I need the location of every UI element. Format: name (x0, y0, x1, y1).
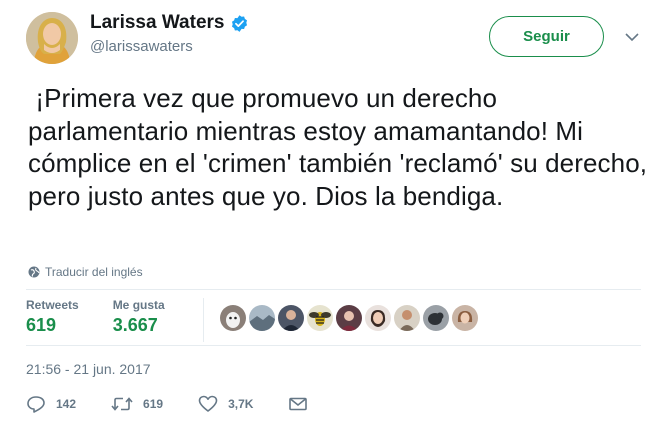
retweet-count: 619 (143, 397, 164, 411)
retweet-button[interactable]: 619 (111, 396, 163, 412)
reply-button[interactable]: 142 (26, 395, 76, 413)
liker-avatar-5[interactable] (336, 305, 362, 331)
divider-bottom (26, 345, 641, 346)
likes-count: 3.667 (112, 315, 158, 335)
retweet-icon (111, 397, 133, 411)
translate-label[interactable]: Traducir del inglés (45, 265, 143, 279)
direct-message-button[interactable] (288, 396, 308, 412)
like-button[interactable]: 3,7K (198, 395, 253, 413)
divider-top (26, 289, 641, 290)
liker-avatar-7[interactable] (394, 305, 420, 331)
liker-avatar-2[interactable] (249, 305, 275, 331)
author-handle[interactable]: @larissawaters (90, 38, 193, 55)
chevron-down-icon[interactable] (624, 30, 640, 42)
tweet-text: ¡Primera vez que promuevo un derecho par… (28, 83, 655, 211)
liker-avatar-3[interactable] (278, 305, 304, 331)
liker-avatar-1[interactable] (220, 305, 246, 331)
like-count: 3,7K (228, 397, 254, 411)
author-name[interactable]: Larissa Waters (90, 12, 224, 34)
globe-icon (28, 266, 40, 278)
heart-icon (198, 395, 218, 412)
liker-avatar-9[interactable] (452, 305, 478, 331)
envelope-icon (289, 397, 308, 411)
liker-avatar-4[interactable] (307, 305, 333, 331)
tweet-stats: Retweets 619 Me gusta 3.667 (26, 298, 199, 336)
author-name-row[interactable]: Larissa Waters (90, 12, 249, 34)
liker-avatar-8[interactable] (423, 305, 449, 331)
reply-icon (27, 396, 45, 413)
likes-stat[interactable]: Me gusta 3.667 (113, 298, 165, 336)
retweets-count: 619 (26, 315, 57, 335)
tweet-timestamp[interactable]: 21:56 - 21 jun. 2017 (26, 361, 151, 377)
translate-link[interactable]: Traducir del inglés (28, 265, 143, 279)
likers-avatars (220, 305, 478, 331)
verified-badge-icon (230, 14, 249, 33)
likes-label: Me gusta (112, 298, 165, 312)
reply-count: 142 (56, 397, 77, 411)
retweets-stat[interactable]: Retweets 619 (26, 298, 79, 336)
tweet-actions: 142 619 3,7K (26, 395, 343, 413)
retweets-label: Retweets (26, 298, 79, 312)
liker-avatar-6[interactable] (365, 305, 391, 331)
stats-separator (203, 298, 204, 342)
follow-button[interactable]: Seguir (489, 16, 604, 57)
author-avatar[interactable] (26, 12, 78, 64)
